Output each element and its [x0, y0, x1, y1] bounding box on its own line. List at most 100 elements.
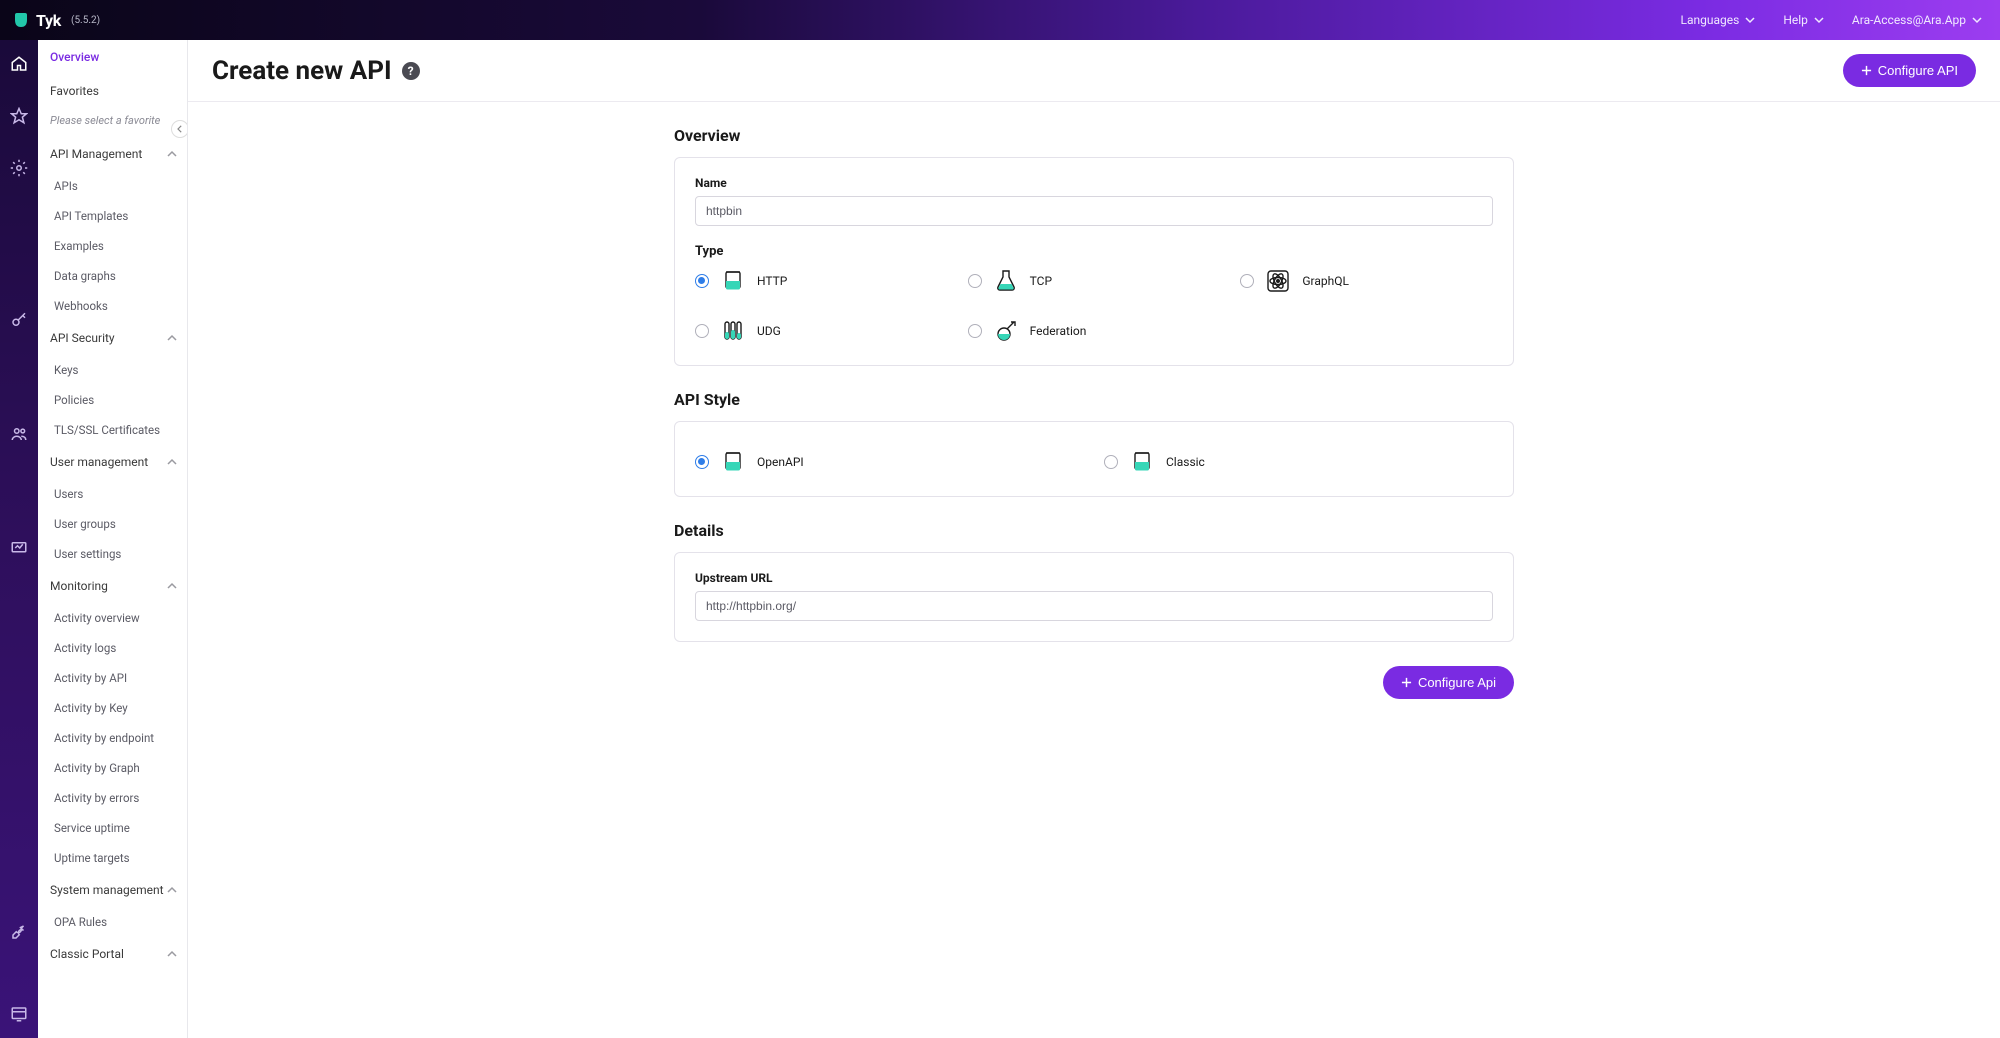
- type-radio-http[interactable]: [695, 274, 709, 288]
- flask-icon: [992, 267, 1020, 295]
- sidebar-favorites[interactable]: Favorites: [38, 74, 187, 108]
- topbar: Tyk (5.5.2) Languages Help Ara-Access@Ar…: [0, 0, 2000, 40]
- type-label-federation: Federation: [1030, 324, 1087, 338]
- wrench-icon[interactable]: [9, 922, 29, 942]
- plus-icon: [1861, 65, 1872, 76]
- languages-label: Languages: [1681, 13, 1740, 27]
- sidebar-item-data-graphs[interactable]: Data graphs: [38, 261, 187, 291]
- type-option-graphql[interactable]: GraphQL: [1240, 267, 1493, 295]
- upstream-label: Upstream URL: [695, 571, 1493, 585]
- key-icon[interactable]: [9, 310, 29, 330]
- type-label-http: HTTP: [757, 274, 787, 288]
- sidebar-item-activity-overview[interactable]: Activity overview: [38, 603, 187, 633]
- sidebar-group-label: User management: [50, 455, 148, 469]
- sidebar-item-api-templates[interactable]: API Templates: [38, 201, 187, 231]
- account-label: Ara-Access@Ara.App: [1852, 13, 1966, 27]
- sidebar-collapse-button[interactable]: [171, 120, 188, 138]
- retort-icon: [992, 317, 1020, 345]
- type-radio-federation[interactable]: [968, 324, 982, 338]
- style-radio-classic[interactable]: [1104, 455, 1118, 469]
- beaker-icon: [719, 267, 747, 295]
- type-option-federation[interactable]: Federation: [968, 317, 1221, 345]
- sidebar-item-apis[interactable]: APIs: [38, 171, 187, 201]
- monitor-icon[interactable]: [9, 538, 29, 558]
- sidebar-item-users[interactable]: Users: [38, 479, 187, 509]
- chevron-up-icon: [167, 333, 177, 343]
- sidebar-item-activity-key[interactable]: Activity by Key: [38, 693, 187, 723]
- sidebar-group-label: System management: [50, 883, 164, 897]
- upstream-url-input[interactable]: [695, 591, 1493, 621]
- test-tubes-icon: [719, 317, 747, 345]
- chevron-up-icon: [167, 885, 177, 895]
- sidebar-group-system-management[interactable]: System management: [38, 873, 187, 907]
- sidebar-item-activity-logs[interactable]: Activity logs: [38, 633, 187, 663]
- account-menu[interactable]: Ara-Access@Ara.App: [1852, 13, 1982, 27]
- main-content: Create new API ? Configure API Overview …: [188, 40, 2000, 1038]
- configure-label: Configure API: [1878, 63, 1958, 78]
- type-radio-graphql[interactable]: [1240, 274, 1254, 288]
- home-icon[interactable]: [9, 54, 29, 74]
- sidebar-item-tls[interactable]: TLS/SSL Certificates: [38, 415, 187, 445]
- chevron-up-icon: [167, 581, 177, 591]
- configure-label: Configure Api: [1418, 675, 1496, 690]
- beaker-icon: [1128, 448, 1156, 476]
- gear-icon[interactable]: [9, 158, 29, 178]
- type-option-udg[interactable]: UDG: [695, 317, 948, 345]
- sidebar-item-activity-endpoint[interactable]: Activity by endpoint: [38, 723, 187, 753]
- help-icon[interactable]: ?: [402, 62, 420, 80]
- sidebar-group-label: API Security: [50, 331, 115, 345]
- sidebar-overview[interactable]: Overview: [38, 40, 187, 74]
- sidebar-group-label: Monitoring: [50, 579, 108, 593]
- sidebar-item-opa-rules[interactable]: OPA Rules: [38, 907, 187, 937]
- sidebar-item-examples[interactable]: Examples: [38, 231, 187, 261]
- style-option-openapi[interactable]: OpenAPI: [695, 448, 1084, 476]
- brand: Tyk (5.5.2): [12, 11, 100, 30]
- section-overview-title: Overview: [674, 126, 1514, 145]
- sidebar-group-api-security[interactable]: API Security: [38, 321, 187, 355]
- brand-logo-icon: [12, 11, 30, 29]
- sidebar-group-api-management[interactable]: API Management: [38, 137, 187, 171]
- users-icon[interactable]: [9, 424, 29, 444]
- sidebar-item-uptime-targets[interactable]: Uptime targets: [38, 843, 187, 873]
- sidebar-item-keys[interactable]: Keys: [38, 355, 187, 385]
- chevron-up-icon: [167, 457, 177, 467]
- type-radio-tcp[interactable]: [968, 274, 982, 288]
- name-label: Name: [695, 176, 1493, 190]
- brand-name: Tyk: [36, 11, 61, 30]
- sidebar-item-activity-api[interactable]: Activity by API: [38, 663, 187, 693]
- sidebar-item-activity-graph[interactable]: Activity by Graph: [38, 753, 187, 783]
- configure-api-button-bottom[interactable]: Configure Api: [1383, 666, 1514, 699]
- sidebar-item-user-settings[interactable]: User settings: [38, 539, 187, 569]
- sidebar-group-label: API Management: [50, 147, 142, 161]
- sidebar-item-user-groups[interactable]: User groups: [38, 509, 187, 539]
- chevron-down-icon: [1745, 15, 1755, 25]
- languages-menu[interactable]: Languages: [1681, 13, 1756, 27]
- sidebar-favorites-empty: Please select a favorite: [38, 108, 187, 137]
- configure-api-button-top[interactable]: Configure API: [1843, 54, 1976, 87]
- type-option-http[interactable]: HTTP: [695, 267, 948, 295]
- beaker-icon: [719, 448, 747, 476]
- sidebar-item-policies[interactable]: Policies: [38, 385, 187, 415]
- sidebar-group-classic-portal[interactable]: Classic Portal: [38, 937, 187, 971]
- sidebar-group-label: Classic Portal: [50, 947, 124, 961]
- help-menu[interactable]: Help: [1783, 13, 1824, 27]
- type-radio-udg[interactable]: [695, 324, 709, 338]
- sidebar-group-monitoring[interactable]: Monitoring: [38, 569, 187, 603]
- sidebar-item-service-uptime[interactable]: Service uptime: [38, 813, 187, 843]
- chevron-up-icon: [167, 149, 177, 159]
- sidebar-group-user-management[interactable]: User management: [38, 445, 187, 479]
- style-label-openapi: OpenAPI: [757, 455, 804, 469]
- type-label-graphql: GraphQL: [1302, 274, 1349, 288]
- sidebar: Overview Favorites Please select a favor…: [38, 40, 188, 1038]
- style-radio-openapi[interactable]: [695, 455, 709, 469]
- api-style-card: OpenAPI Classic: [674, 421, 1514, 497]
- star-icon[interactable]: [9, 106, 29, 126]
- type-option-tcp[interactable]: TCP: [968, 267, 1221, 295]
- icon-rail: [0, 40, 38, 1038]
- name-input[interactable]: [695, 196, 1493, 226]
- style-option-classic[interactable]: Classic: [1104, 448, 1493, 476]
- sidebar-item-webhooks[interactable]: Webhooks: [38, 291, 187, 321]
- sidebar-item-activity-errors[interactable]: Activity by errors: [38, 783, 187, 813]
- brand-version: (5.5.2): [71, 15, 100, 26]
- portal-icon[interactable]: [9, 1004, 29, 1024]
